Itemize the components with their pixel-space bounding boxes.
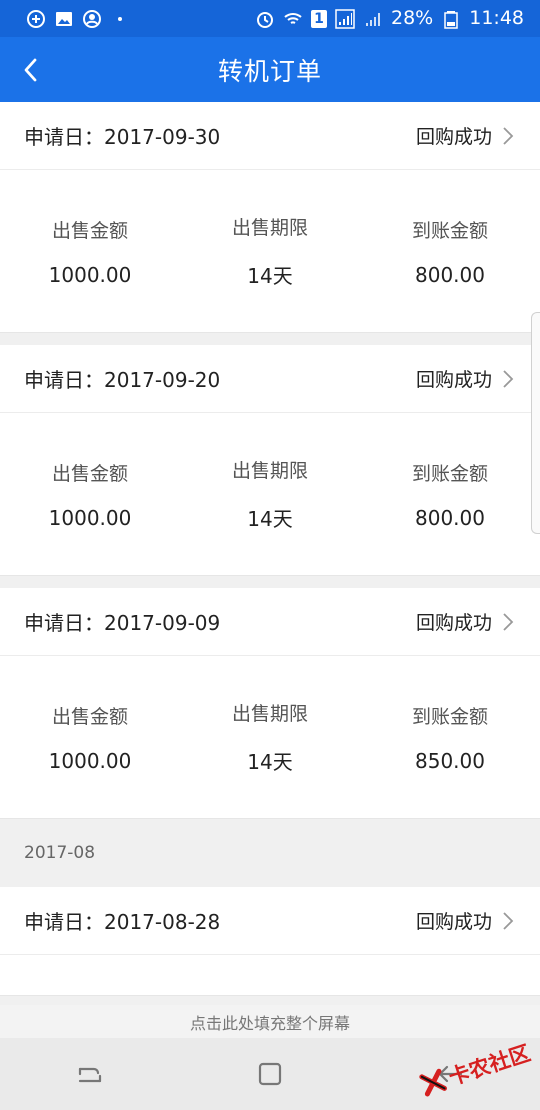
chevron-right-icon [502, 911, 516, 931]
sale-term-value: 14天 [247, 264, 293, 288]
card-gap [0, 576, 540, 588]
sale-term-label: 出售期限 [231, 703, 308, 725]
order-status-link[interactable]: 回购成功 [416, 122, 516, 149]
order-card: 申请日：2017-09-09 回购成功 出售金额 1000.00 出售期限 14… [0, 588, 540, 819]
order-card-header[interactable]: 申请日：2017-08-28 回购成功 [0, 887, 540, 955]
battery-icon [441, 9, 461, 29]
order-card: 申请日：2017-09-30 回购成功 出售金额 1000.00 出售期限 14… [0, 102, 540, 333]
sale-term-label: 出售期限 [231, 460, 308, 482]
sale-amount-label: 出售金额 [51, 462, 128, 485]
signal-secondary-icon [363, 9, 383, 29]
clock: 11:48 [469, 7, 524, 29]
received-amount-value: 800.00 [415, 262, 485, 287]
order-card-header[interactable]: 申请日：2017-09-20 回购成功 [0, 345, 540, 413]
sale-amount-label: 出售金额 [51, 219, 128, 242]
app-notification-icon [26, 9, 46, 29]
app-header: 转机订单 [0, 37, 540, 102]
chevron-right-icon [502, 369, 516, 389]
order-card-body: 出售金额 1000.00 出售期限 14天 到账金额 800.00 [0, 170, 540, 332]
sale-amount-label: 出售金额 [51, 705, 128, 728]
battery-percent: 28% [391, 7, 434, 29]
gallery-icon [54, 9, 74, 29]
received-amount-value: 800.00 [415, 505, 485, 530]
card-gap [0, 333, 540, 345]
received-amount-column: 到账金额 850.00 [360, 702, 540, 773]
order-card: 申请日：2017-09-20 回购成功 出售金额 1000.00 出售期限 14… [0, 345, 540, 576]
alarm-icon [255, 9, 275, 29]
sale-term-column: 出售期限 14天 [180, 699, 360, 775]
chevron-right-icon [502, 612, 516, 632]
apply-date: 申请日：2017-08-28 [24, 910, 221, 934]
order-status: 回购成功 [415, 369, 492, 391]
order-card: 申请日：2017-08-28 回购成功 [0, 887, 540, 996]
received-amount-value: 850.00 [415, 748, 485, 773]
order-status: 回购成功 [415, 911, 492, 933]
sale-amount-value: 1000.00 [48, 262, 132, 287]
sale-amount-column: 出售金额 1000.00 [0, 459, 180, 530]
sale-term-label: 出售期限 [231, 217, 308, 239]
received-amount-column: 到账金额 800.00 [360, 216, 540, 287]
received-amount-label: 到账金额 [411, 219, 488, 242]
signal-icon [335, 8, 355, 29]
sale-amount-column: 出售金额 1000.00 [0, 702, 180, 773]
chevron-left-icon [24, 58, 37, 81]
order-status-link[interactable]: 回购成功 [416, 365, 516, 392]
order-card-header[interactable]: 申请日：2017-09-09 回购成功 [0, 588, 540, 656]
page-title: 转机订单 [217, 56, 322, 86]
sale-amount-value: 1000.00 [48, 748, 132, 773]
apply-date: 申请日：2017-09-20 [24, 368, 221, 392]
wifi-icon [283, 9, 303, 29]
sale-term-value: 14天 [247, 507, 293, 531]
received-amount-column: 到账金额 800.00 [360, 459, 540, 530]
more-notifications-dot-icon [110, 9, 130, 29]
order-status: 回购成功 [415, 612, 492, 634]
status-left-icons [26, 9, 130, 29]
month-separator: 2017-08 [0, 819, 540, 887]
sale-term-value: 14天 [247, 750, 293, 774]
order-card-body: 出售金额 1000.00 出售期限 14天 到账金额 800.00 [0, 413, 540, 575]
received-amount-label: 到账金额 [411, 462, 488, 485]
account-icon [82, 9, 102, 29]
sale-amount-column: 出售金额 1000.00 [0, 216, 180, 287]
fill-screen-button[interactable]: 点击此处填充整个屏幕 [0, 1005, 540, 1038]
order-status: 回购成功 [415, 126, 492, 148]
recent-apps-button[interactable] [60, 1044, 120, 1104]
home-button[interactable] [240, 1044, 300, 1104]
home-icon [258, 1062, 282, 1086]
apply-date: 申请日：2017-09-09 [24, 611, 221, 635]
status-bar: 1 28% 11:48 [0, 0, 540, 37]
status-right-icons: 1 28% 11:48 [255, 9, 524, 29]
order-card-body-partial [0, 955, 540, 995]
sale-term-column: 出售期限 14天 [180, 213, 360, 289]
sim-badge-icon: 1 [311, 9, 327, 28]
order-list: 申请日：2017-09-30 回购成功 出售金额 1000.00 出售期限 14… [0, 102, 540, 996]
sale-amount-value: 1000.00 [48, 505, 132, 530]
order-status-link[interactable]: 回购成功 [416, 608, 516, 635]
chevron-right-icon [502, 126, 516, 146]
sim-badge-number: 1 [314, 10, 324, 27]
apply-date: 申请日：2017-09-30 [24, 125, 221, 149]
back-button[interactable] [10, 37, 50, 102]
recent-apps-icon [78, 1067, 102, 1083]
order-card-body: 出售金额 1000.00 出售期限 14天 到账金额 850.00 [0, 656, 540, 818]
received-amount-label: 到账金额 [411, 705, 488, 728]
order-status-link[interactable]: 回购成功 [416, 907, 516, 934]
edge-panel-handle[interactable] [531, 312, 540, 534]
order-card-header[interactable]: 申请日：2017-09-30 回购成功 [0, 102, 540, 170]
sale-term-column: 出售期限 14天 [180, 456, 360, 532]
